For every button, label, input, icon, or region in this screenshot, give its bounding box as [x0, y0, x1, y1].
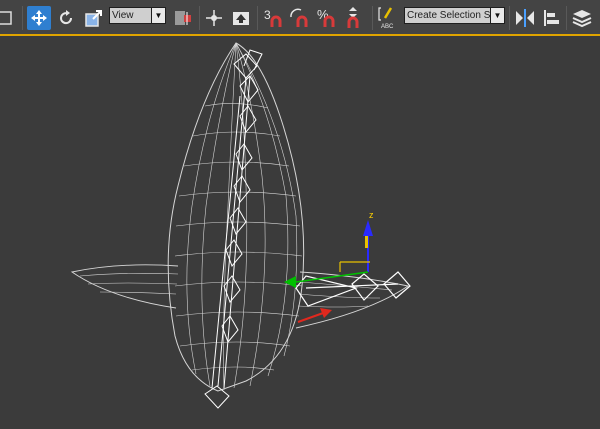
perspective-viewport[interactable]: z: [0, 36, 600, 429]
chevron-down-icon: ▼: [490, 8, 504, 23]
percent-snap-label: %: [317, 7, 329, 22]
select-move-icon[interactable]: [27, 6, 51, 30]
gizmo-z-label: z: [369, 210, 374, 220]
layer-explorer-icon[interactable]: [570, 6, 594, 30]
left-fin-wireframe[interactable]: [70, 264, 179, 309]
toolbar-divider: [257, 6, 258, 30]
percent-snap-icon[interactable]: %: [315, 6, 339, 30]
reference-coord-dropdown[interactable]: View ▼: [109, 7, 166, 24]
spinner-snap-icon[interactable]: [342, 6, 366, 30]
select-region-icon[interactable]: [0, 6, 18, 30]
angle-snap-icon[interactable]: [288, 6, 312, 30]
mirror-icon[interactable]: [513, 6, 537, 30]
select-rotate-icon[interactable]: [54, 6, 78, 30]
select-manipulate-icon[interactable]: [202, 6, 226, 30]
fish-mesh-wireframe[interactable]: [167, 42, 305, 392]
snaps-label: 3: [264, 8, 271, 22]
toolbar-divider: [509, 6, 510, 30]
reference-coord-value: View: [112, 10, 134, 21]
main-toolbar: View ▼ 3 % ABC Create Selection Se ▼: [0, 0, 600, 36]
chevron-down-icon: ▼: [151, 8, 165, 23]
named-selection-text: Create Selection Se: [407, 10, 496, 21]
toolbar-divider: [566, 6, 567, 30]
toolbar-divider: [199, 6, 200, 30]
align-icon[interactable]: [540, 6, 564, 30]
pivot-center-icon[interactable]: [171, 6, 195, 30]
edit-named-sel-label: ABC: [381, 24, 394, 30]
toolbar-divider: [372, 6, 373, 30]
snaps-toggle-icon[interactable]: 3: [262, 6, 286, 30]
red-arrow-annotation: [297, 308, 332, 323]
select-scale-icon[interactable]: [82, 6, 106, 30]
toolbar-divider: [22, 6, 23, 30]
named-selection-dropdown[interactable]: Create Selection Se ▼: [404, 7, 505, 24]
edit-named-selection-icon[interactable]: ABC: [376, 6, 400, 30]
keyboard-shortcut-icon[interactable]: [229, 6, 253, 30]
